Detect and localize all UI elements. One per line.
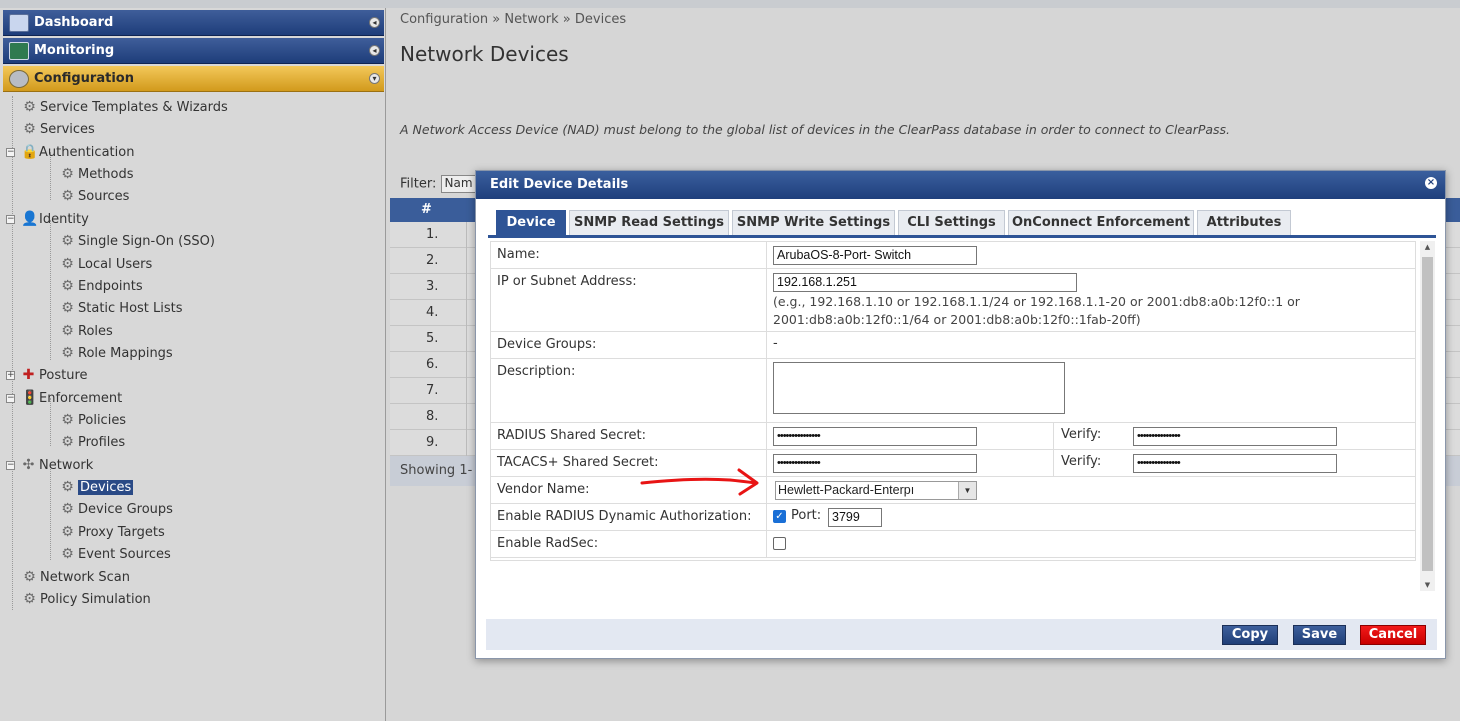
annotation-arrow: [640, 468, 759, 496]
